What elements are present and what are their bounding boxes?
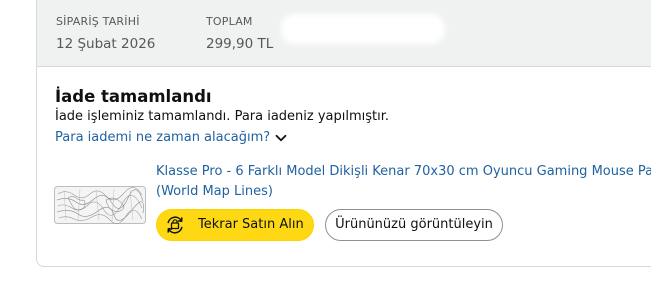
refund-info-link[interactable]: Para iademi ne zaman alacağım? — [55, 129, 288, 147]
view-item-label: Ürününüzü görüntüleyin — [335, 217, 493, 232]
product-title-link[interactable]: Klasse Pro - 6 Farklı Model Dikişli Kena… — [156, 162, 651, 202]
order-date-value: 12 Şubat 2026 — [56, 36, 156, 52]
redacted-area — [281, 14, 445, 44]
order-total-value: 299,90 TL — [206, 36, 274, 52]
refund-info-link-label: Para iademi ne zaman alacağım? — [55, 130, 271, 145]
order-header: SİPARİŞ TARİHİ 12 Şubat 2026 TOPLAM 299,… — [37, 0, 651, 67]
buy-again-button[interactable]: Tekrar Satın Alın — [156, 209, 314, 241]
view-item-button[interactable]: Ürününüzü görüntüleyin — [325, 209, 503, 241]
return-status-title: İade tamamlandı — [55, 87, 212, 106]
order-total-label: TOPLAM — [206, 15, 253, 28]
order-total-block: TOPLAM 299,90 TL — [206, 15, 273, 53]
product-image[interactable] — [54, 170, 146, 239]
order-date-label: SİPARİŞ TARİHİ — [56, 15, 140, 28]
order-card: SİPARİŞ TARİHİ 12 Şubat 2026 TOPLAM 299,… — [36, 0, 651, 267]
return-status-description: İade işleminiz tamamlandı. Para iadeniz … — [55, 109, 390, 124]
buy-again-icon — [164, 214, 186, 236]
buy-again-label: Tekrar Satın Alın — [198, 217, 304, 232]
order-date-block: SİPARİŞ TARİHİ 12 Şubat 2026 — [56, 15, 155, 53]
chevron-down-icon — [274, 131, 288, 145]
order-body: İade tamamlandı İade işleminiz tamamland… — [37, 67, 651, 266]
